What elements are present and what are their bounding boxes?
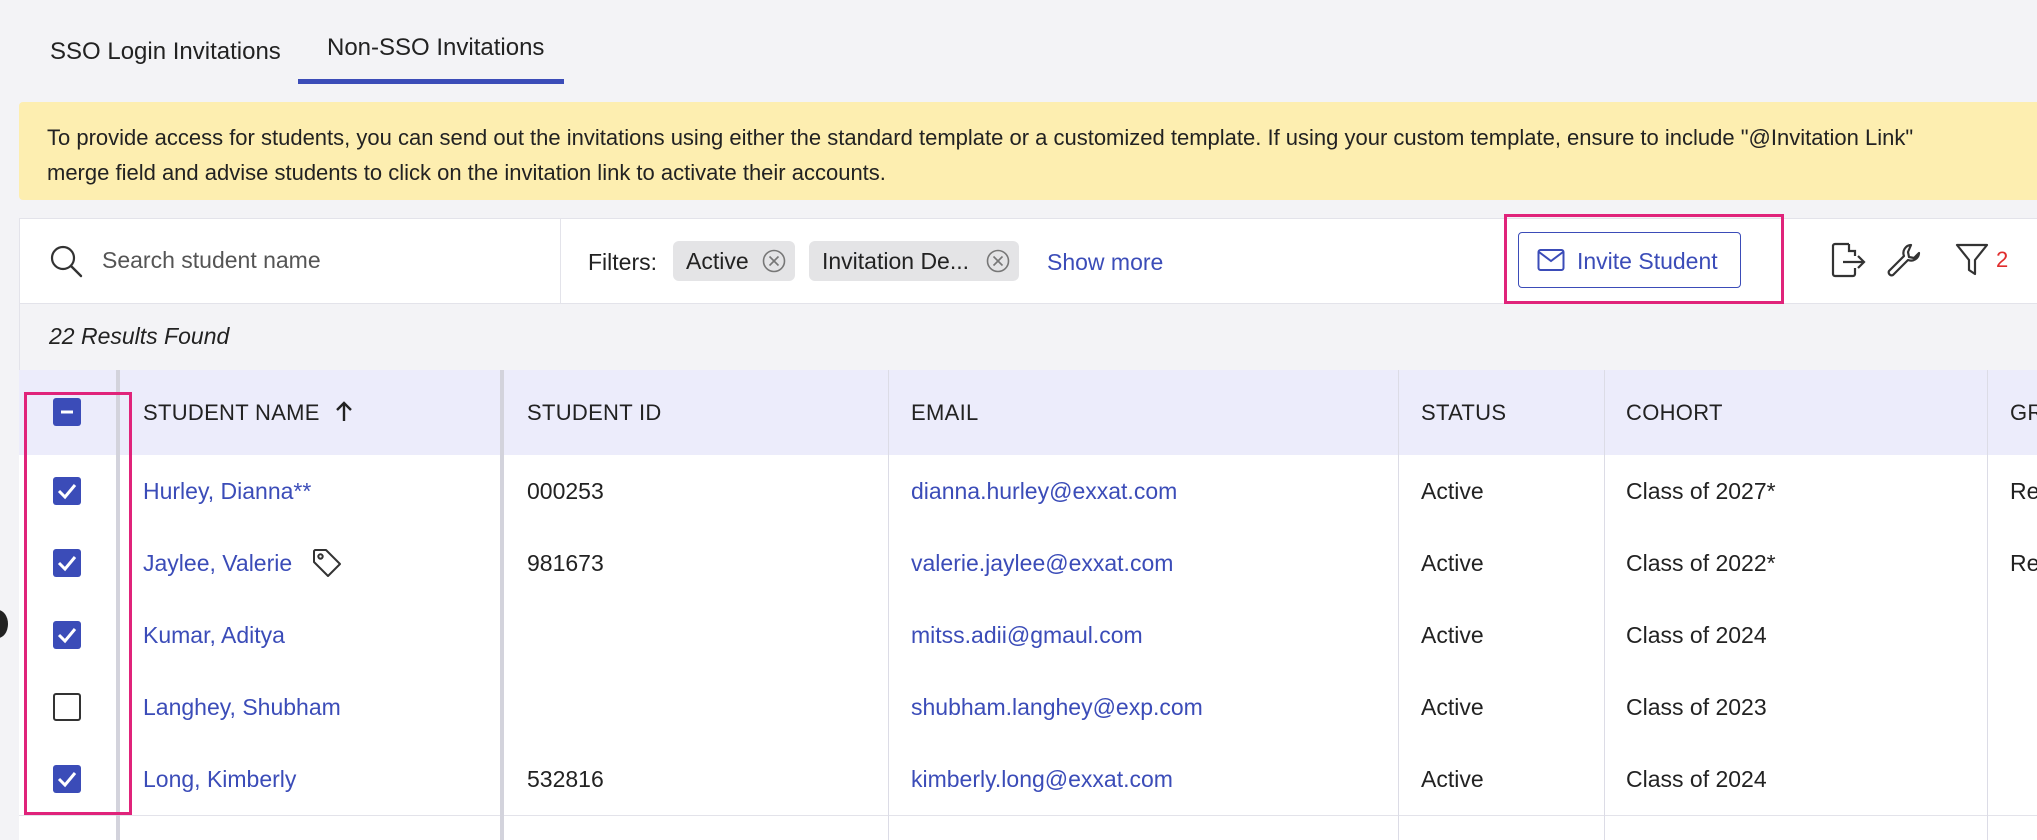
filters-label: Filters: (588, 249, 657, 275)
export-icon[interactable] (1827, 240, 1867, 280)
header-student-name[interactable]: STUDENT NAME (143, 400, 354, 426)
student-id: 000253 (527, 478, 604, 504)
student-name-link[interactable]: Kumar, Aditya (143, 622, 285, 649)
student-status: Active (1421, 550, 1484, 576)
column-separator (1398, 370, 1399, 840)
invite-student-button[interactable]: Invite Student (1518, 232, 1741, 288)
tab-sso-login-invitations[interactable]: SSO Login Invitations (50, 38, 281, 66)
select-all-checkbox[interactable] (53, 398, 81, 426)
banner-line-1: To provide access for students, you can … (47, 125, 1914, 150)
student-id: 532816 (527, 766, 604, 792)
results-bar: 22 Results Found (19, 304, 2037, 370)
table-row: Kumar, Aditya mitss.adii@gmaul.com Activ… (19, 599, 2037, 672)
table-row: Long, Kimberly 532816 kimberly.long@exxa… (19, 743, 2037, 816)
sort-ascending-icon (336, 401, 353, 421)
check-icon (57, 772, 77, 788)
student-cohort: Class of 2027* (1626, 478, 1776, 504)
row-checkbox[interactable] (53, 477, 81, 505)
search-icon (50, 245, 83, 278)
student-name-link[interactable]: Hurley, Dianna** (143, 478, 311, 505)
remove-filter-icon[interactable] (762, 249, 786, 273)
row-checkbox[interactable] (53, 621, 81, 649)
student-email-link[interactable]: dianna.hurley@exxat.com (911, 478, 1177, 505)
invite-student-highlight: Invite Student (1504, 214, 1784, 304)
info-banner: To provide access for students, you can … (19, 102, 2037, 200)
row-checkbox[interactable] (53, 549, 81, 577)
filter-chip-label: Invitation De... (822, 248, 970, 274)
wrench-icon[interactable] (1884, 240, 1924, 280)
filter-chip-label: Active (686, 248, 749, 274)
student-cohort: Class of 2023 (1626, 694, 1767, 720)
student-email-link[interactable]: shubham.langhey@exp.com (911, 694, 1203, 721)
student-gr: Re (2010, 550, 2037, 576)
table-row: Langhey, Shubham shubham.langhey@exp.com… (19, 671, 2037, 744)
student-status: Active (1421, 766, 1484, 792)
filter-chip-invitation: Invitation De... (809, 241, 1019, 281)
student-cohort: Class of 2024 (1626, 622, 1767, 648)
filter-chip-active: Active (673, 241, 795, 281)
student-id: 981673 (527, 550, 604, 576)
student-email-link[interactable]: mitss.adii@gmaul.com (911, 622, 1143, 649)
student-email-link[interactable]: kimberly.long@exxat.com (911, 766, 1173, 793)
check-icon (57, 628, 77, 644)
student-name-link[interactable]: Langhey, Shubham (143, 694, 341, 721)
header-email[interactable]: EMAIL (911, 400, 979, 426)
header-status[interactable]: STATUS (1421, 400, 1506, 426)
table-header: STUDENT NAME STUDENT ID EMAIL STATUS COH… (19, 370, 2037, 456)
table-row: Jaylee, Valerie 981673 valerie.jaylee@ex… (19, 527, 2037, 600)
header-student-id[interactable]: STUDENT ID (527, 400, 662, 426)
filter-icon[interactable] (1955, 242, 1989, 278)
column-separator[interactable] (500, 370, 504, 840)
minus-icon (61, 410, 73, 414)
active-filter-count: 2 (1996, 247, 2009, 272)
edge-handle[interactable] (0, 610, 8, 638)
check-icon (57, 556, 77, 572)
tag-icon[interactable] (311, 547, 343, 579)
column-separator (888, 370, 889, 840)
student-name-link[interactable]: Long, Kimberly (143, 766, 296, 793)
student-status: Active (1421, 622, 1484, 648)
header-cohort[interactable]: COHORT (1626, 400, 1723, 426)
invitation-tabs: SSO Login Invitations Non-SSO Invitation… (0, 0, 2037, 88)
banner-line-2: merge field and advise students to click… (47, 160, 886, 185)
students-table: STUDENT NAME STUDENT ID EMAIL STATUS COH… (19, 370, 2037, 840)
check-icon (57, 484, 77, 500)
search-input[interactable]: Search student name (102, 247, 321, 274)
results-count: 22 Results Found (49, 323, 230, 349)
student-status: Active (1421, 478, 1484, 504)
remove-filter-icon[interactable] (986, 249, 1010, 273)
header-student-name-label: STUDENT NAME (143, 400, 320, 425)
student-cohort: Class of 2024 (1626, 766, 1767, 792)
row-checkbox[interactable] (53, 765, 81, 793)
invite-student-label: Invite Student (1577, 248, 1718, 274)
table-row: Hurley, Dianna** 000253 dianna.hurley@ex… (19, 455, 2037, 528)
show-more-filters-link[interactable]: Show more (1047, 249, 1163, 276)
student-cohort: Class of 2022* (1626, 550, 1776, 576)
header-gr[interactable]: GR (2010, 400, 2037, 426)
row-checkbox[interactable] (53, 693, 81, 721)
column-separator (1987, 370, 1988, 840)
toolbar-divider (560, 219, 561, 304)
column-separator[interactable] (116, 370, 120, 840)
active-tab-indicator (298, 79, 564, 84)
student-email-link[interactable]: valerie.jaylee@exxat.com (911, 550, 1173, 577)
student-status: Active (1421, 694, 1484, 720)
mail-icon (1537, 249, 1565, 271)
student-gr: Re (2010, 478, 2037, 504)
tab-non-sso-invitations[interactable]: Non-SSO Invitations (327, 34, 544, 62)
student-name-link[interactable]: Jaylee, Valerie (143, 550, 292, 577)
column-separator (1604, 370, 1605, 840)
